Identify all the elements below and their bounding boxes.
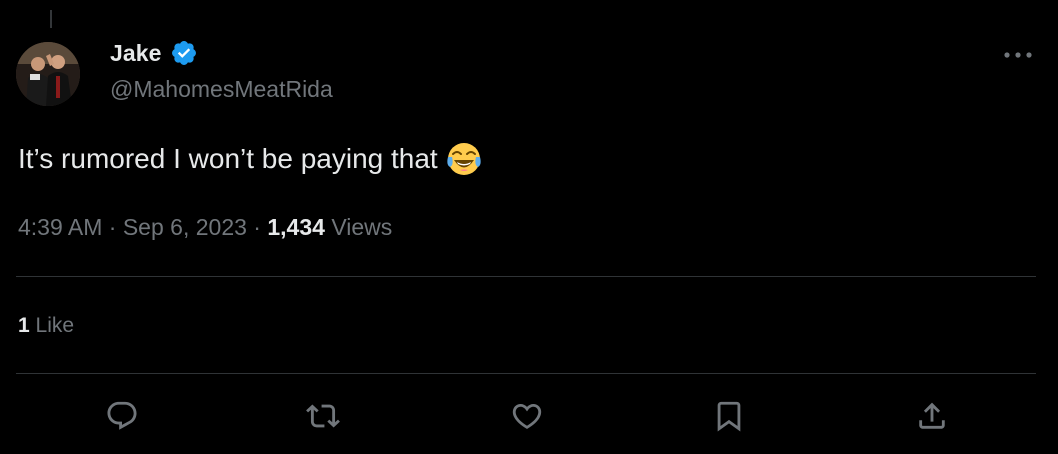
likes-count: 1 <box>18 314 30 337</box>
reply-icon <box>107 401 137 430</box>
retweet-button[interactable] <box>305 398 341 434</box>
share-button[interactable] <box>914 398 950 434</box>
retweet-icon <box>306 404 340 428</box>
tweet-body: It’s rumored I won’t be paying that <box>18 141 482 177</box>
more-options-button[interactable] <box>1000 42 1036 68</box>
tweet-time[interactable]: 4:39 AM <box>18 214 102 240</box>
divider <box>16 373 1036 374</box>
author-name-row: Jake <box>110 38 198 68</box>
display-name[interactable]: Jake <box>110 40 162 67</box>
bookmark-icon <box>717 401 741 432</box>
tweet-meta: 4:39 AM · Sep 6, 2023 · 1,434 Views <box>18 214 392 241</box>
bookmark-button[interactable] <box>711 398 747 434</box>
views-label: Views <box>331 214 393 240</box>
meta-separator: · <box>253 214 261 240</box>
share-icon <box>919 402 945 429</box>
reply-button[interactable] <box>104 398 140 434</box>
meta-separator: · <box>108 214 117 240</box>
heart-icon <box>512 403 542 429</box>
likes-label: Like <box>35 314 75 337</box>
action-bar <box>0 398 1058 434</box>
thread-connector-line <box>50 10 52 28</box>
likes-stat[interactable]: 1 Like <box>18 314 74 338</box>
tweet-text: It’s rumored I won’t be paying that <box>18 143 438 174</box>
views-count: 1,434 <box>267 214 325 240</box>
ellipsis-icon <box>1004 52 1032 58</box>
tweet-date[interactable]: Sep 6, 2023 <box>123 214 247 240</box>
face-with-tears-of-joy-icon <box>446 141 482 177</box>
author-handle[interactable]: @MahomesMeatRida <box>110 76 333 103</box>
avatar[interactable] <box>16 42 80 106</box>
like-button[interactable] <box>509 398 545 434</box>
verified-badge-icon <box>170 39 198 67</box>
divider <box>16 276 1036 277</box>
